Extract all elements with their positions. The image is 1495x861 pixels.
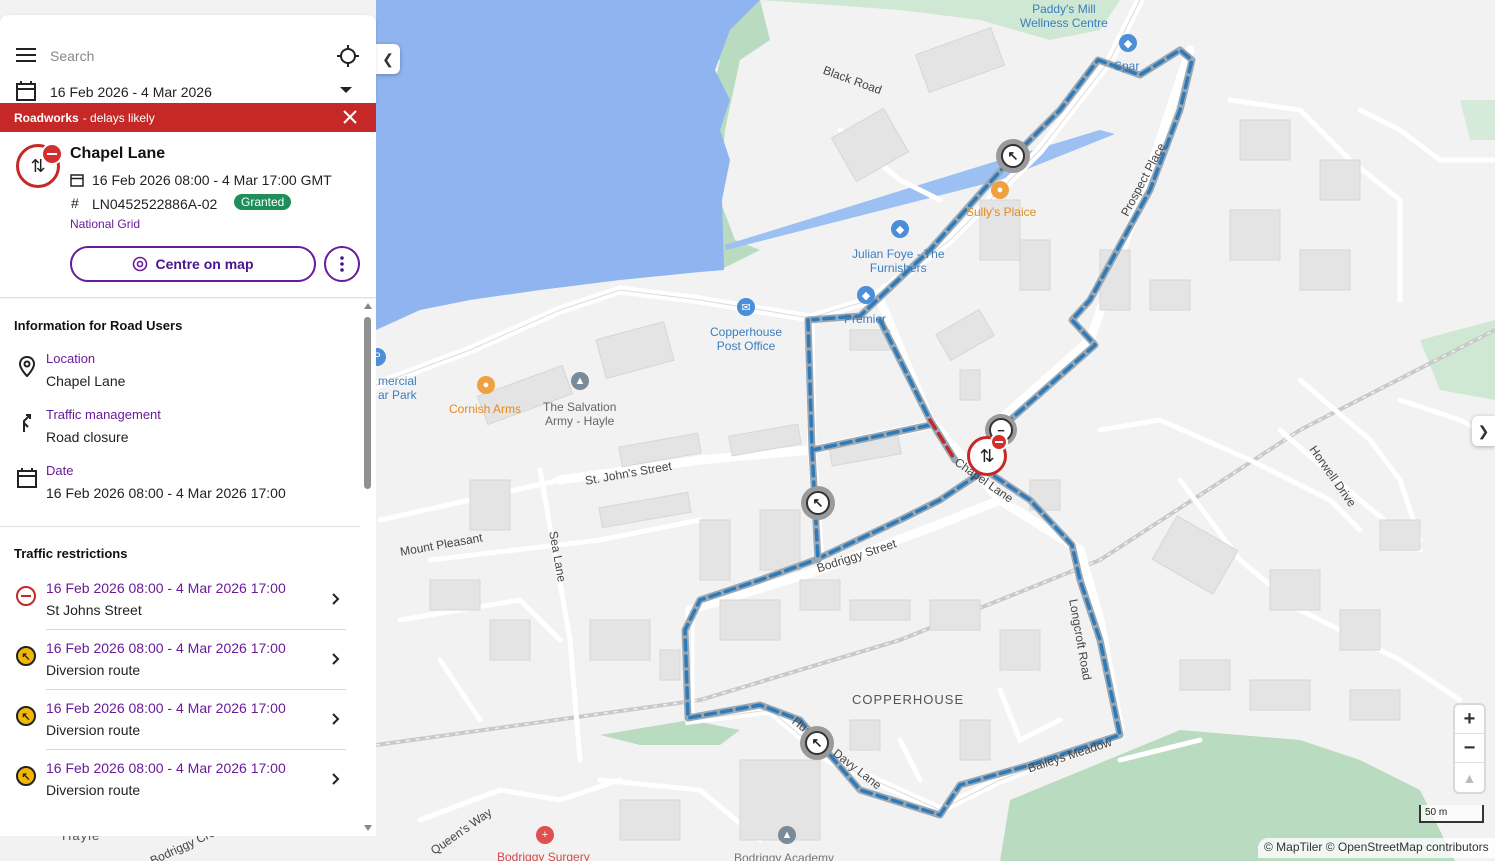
shop-icon[interactable]: ◆: [891, 220, 909, 238]
info-location: Location Chapel Lane: [0, 351, 360, 399]
restriction-item[interactable]: 16 Feb 2026 08:00 - 4 Mar 2026 17:00 St …: [0, 570, 360, 630]
info-label: Traffic management: [46, 407, 161, 422]
calendar-icon: [17, 468, 37, 488]
diversion-arrow-icon: ↖: [805, 731, 829, 755]
date-range-select[interactable]: 16 Feb 2026 - 4 Mar 2026: [50, 84, 212, 100]
locate-icon[interactable]: [337, 45, 359, 67]
info-traffic-management: Traffic management Road closure: [0, 407, 360, 455]
restriction-name: St Johns Street: [46, 602, 142, 618]
restriction-dates: 16 Feb 2026 08:00 - 4 Mar 2026 17:00: [46, 700, 286, 716]
info-value: Chapel Lane: [46, 373, 126, 389]
works-title: Chapel Lane: [70, 145, 166, 162]
restaurant-icon[interactable]: ●: [991, 181, 1009, 199]
chevron-right-icon: [332, 713, 340, 725]
calendar-icon: [70, 174, 84, 187]
info-value: 16 Feb 2026 08:00 - 4 Mar 2026 17:00: [46, 485, 286, 501]
chevron-right-icon: [332, 593, 340, 605]
diversion-marker[interactable]: ↖: [801, 486, 835, 520]
zoom-in-button[interactable]: +: [1455, 705, 1484, 734]
location-pin-icon: [18, 355, 36, 377]
diversion-icon: ↖: [16, 706, 36, 726]
school-icon[interactable]: ▲: [778, 826, 796, 844]
medical-icon[interactable]: +: [536, 826, 554, 844]
map-attribution: © MapTiler © OpenStreetMap contributors: [1258, 838, 1495, 858]
chevron-right-icon: [332, 773, 340, 785]
works-dates: 16 Feb 2026 08:00 - 4 Mar 17:00 GMT: [92, 172, 332, 188]
alert-subtitle: - delays likely: [82, 110, 155, 125]
restriction-item[interactable]: ↖ 16 Feb 2026 08:00 - 4 Mar 2026 17:00 D…: [0, 690, 360, 750]
details-scroll-panel[interactable]: Information for Road Users Location Chap…: [0, 299, 376, 836]
restriction-name: Diversion route: [46, 662, 141, 678]
restriction-name: Diversion route: [46, 782, 141, 798]
collapse-panel-button[interactable]: ❮: [376, 44, 400, 74]
alert-title: Roadworks: [14, 110, 79, 125]
compass-button[interactable]: ▲: [1455, 763, 1484, 792]
place-of-worship-icon[interactable]: ▲: [571, 372, 589, 390]
info-value: Road closure: [46, 429, 129, 445]
roadworks-marker[interactable]: ⇅: [967, 433, 1008, 476]
chevron-down-icon[interactable]: [340, 87, 352, 93]
zoom-out-button[interactable]: −: [1455, 734, 1484, 763]
search-input[interactable]: [50, 45, 320, 67]
centre-on-map-button[interactable]: Centre on map: [70, 246, 316, 282]
info-date: Date 16 Feb 2026 08:00 - 4 Mar 2026 17:0…: [0, 463, 360, 511]
roadworks-alert-bar: Roadworks - delays likely: [0, 103, 376, 132]
scroll-down-icon[interactable]: [364, 825, 372, 831]
search-card: 16 Feb 2026 - 4 Mar 2026: [0, 15, 376, 103]
more-options-button[interactable]: [324, 246, 360, 282]
info-label: Date: [46, 463, 74, 478]
diversion-arrow-icon: ↖: [1001, 144, 1025, 168]
traffic-management-icon: [23, 414, 31, 432]
road-closure-icon: [16, 586, 36, 606]
roadworks-icon: ⇅: [16, 143, 63, 188]
works-detail-card: ⇅ Chapel Lane 16 Feb 2026 08:00 - 4 Mar …: [0, 132, 376, 298]
zoom-control: + − ▲: [1455, 705, 1484, 792]
scroll-up-icon[interactable]: [364, 303, 372, 309]
diversion-marker[interactable]: ↖: [800, 726, 834, 760]
diversion-icon: ↖: [16, 766, 36, 786]
post-office-icon[interactable]: ✉: [737, 298, 755, 316]
diversion-marker[interactable]: ↖: [996, 139, 1030, 173]
pub-icon[interactable]: ●: [477, 376, 495, 394]
hash-icon: #: [71, 195, 79, 211]
scrollbar[interactable]: [362, 303, 372, 831]
status-badge: Granted: [234, 194, 292, 210]
restrictions-heading: Traffic restrictions: [14, 546, 128, 561]
shop-icon[interactable]: ◆: [1119, 34, 1137, 52]
menu-icon[interactable]: [16, 48, 36, 62]
close-icon[interactable]: [342, 109, 358, 125]
centre-on-map-label: Centre on map: [155, 256, 254, 272]
restriction-item[interactable]: ↖ 16 Feb 2026 08:00 - 4 Mar 2026 17:00 D…: [0, 750, 360, 810]
chevron-left-icon: ❮: [382, 50, 394, 67]
diversion-arrow-icon: ↖: [806, 491, 830, 515]
section-divider: [0, 526, 360, 527]
no-entry-icon: [990, 433, 1008, 451]
shop-icon[interactable]: ◆: [857, 286, 875, 304]
restriction-dates: 16 Feb 2026 08:00 - 4 Mar 2026 17:00: [46, 640, 286, 656]
diversion-icon: ↖: [16, 646, 36, 666]
chevron-right-icon: ❯: [1477, 422, 1490, 439]
calendar-icon[interactable]: [16, 81, 36, 101]
restriction-name: Diversion route: [46, 722, 141, 738]
info-label: Location: [46, 351, 96, 366]
works-reference: LN0452522886A-02: [92, 196, 218, 212]
scale-bar: 50 m: [1419, 805, 1484, 823]
chevron-right-icon: [332, 653, 340, 665]
sidebar: 16 Feb 2026 - 4 Mar 2026 Roadworks - del…: [0, 0, 376, 861]
target-icon: [133, 256, 148, 272]
restriction-item[interactable]: ↖ 16 Feb 2026 08:00 - 4 Mar 2026 17:00 D…: [0, 630, 360, 690]
expand-right-panel-button[interactable]: ❯: [1472, 416, 1495, 446]
no-entry-icon: [41, 143, 63, 165]
restriction-dates: 16 Feb 2026 08:00 - 4 Mar 2026 17:00: [46, 760, 286, 776]
works-organisation[interactable]: National Grid: [70, 217, 140, 231]
scrollbar-thumb[interactable]: [364, 317, 371, 489]
more-vertical-icon: [340, 256, 344, 272]
info-heading: Information for Road Users: [14, 318, 183, 333]
restriction-dates: 16 Feb 2026 08:00 - 4 Mar 2026 17:00: [46, 580, 286, 596]
